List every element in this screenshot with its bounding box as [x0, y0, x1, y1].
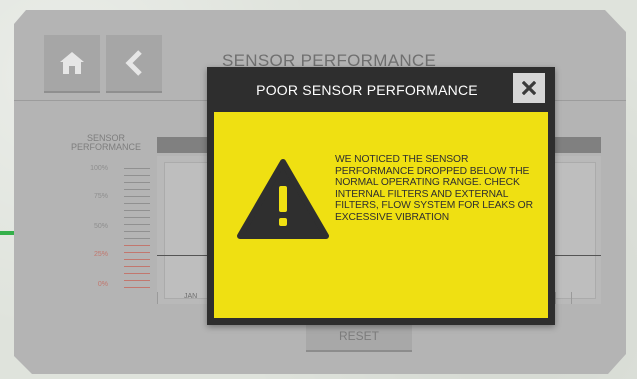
- chevron-left-icon: [125, 50, 142, 76]
- close-icon: [522, 81, 536, 95]
- axis-tick: [157, 292, 158, 304]
- home-icon: [60, 52, 84, 74]
- tick-label-0: 0%: [97, 281, 108, 288]
- axis-tick: [555, 292, 556, 304]
- axis-tick: [571, 292, 572, 304]
- month-label: JAN: [184, 293, 198, 300]
- close-button[interactable]: [513, 73, 545, 103]
- back-button[interactable]: [106, 35, 162, 93]
- tick-label-75: 75%: [93, 193, 108, 200]
- tick-label-25: 25%: [93, 251, 108, 258]
- tick-label-50: 50%: [93, 223, 108, 230]
- scale-title: SENSOR PERFORMANCE: [70, 133, 141, 152]
- performance-scale: [124, 162, 150, 302]
- warning-dialog: POOR SENSOR PERFORMANCE WE NOTICED THE S…: [207, 67, 555, 325]
- dialog-title: POOR SENSOR PERFORMANCE: [256, 82, 478, 98]
- tick-label-100: 100%: [90, 165, 108, 172]
- dialog-message: WE NOTICED THE SENSOR PERFORMANCE DROPPE…: [335, 154, 533, 223]
- reset-button[interactable]: RESET: [306, 322, 412, 352]
- home-button[interactable]: [44, 35, 100, 93]
- dialog-body: WE NOTICED THE SENSOR PERFORMANCE DROPPE…: [214, 112, 548, 318]
- warning-icon: [237, 159, 329, 239]
